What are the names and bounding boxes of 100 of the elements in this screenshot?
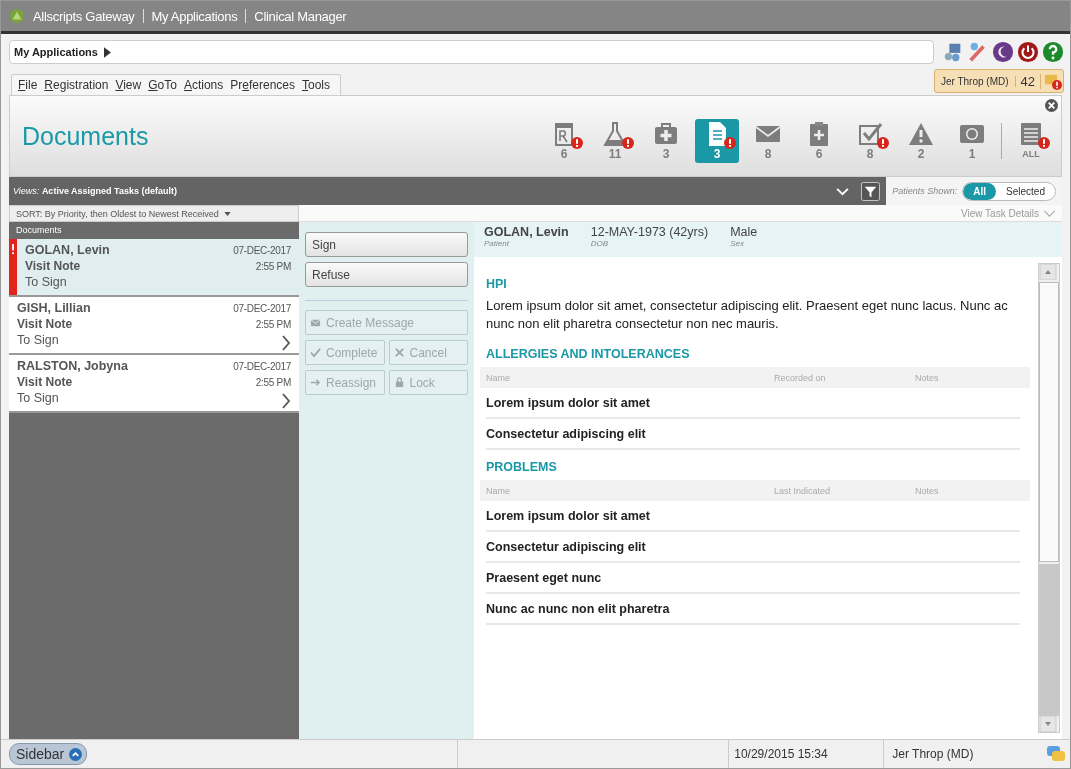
field-caption: Sex	[730, 239, 745, 248]
field-caption: DOB	[590, 239, 610, 248]
power-icon[interactable]	[1017, 41, 1039, 63]
task-time: 2:55 PM	[255, 318, 291, 330]
warning-icon	[908, 121, 934, 147]
patient-sex: Male	[730, 225, 758, 239]
task-date: 07-DEC-2017	[233, 244, 291, 256]
task-time: 2:55 PM	[255, 260, 291, 272]
list-icon	[1018, 121, 1044, 147]
task-count: 42	[1015, 73, 1041, 89]
task-type-tab[interactable]: 6	[542, 119, 586, 163]
task-type-tab[interactable]: ALL	[1009, 119, 1053, 163]
segment-option[interactable]: All	[963, 182, 997, 200]
task-date: 07-DEC-2017	[233, 302, 291, 314]
filter-icon[interactable]	[861, 181, 881, 201]
section-title: HPI	[486, 277, 508, 291]
menu-item[interactable]: View	[115, 78, 142, 92]
menu-item[interactable]: GoTo	[148, 78, 177, 92]
task-status: To Sign	[17, 333, 59, 347]
list-header: Documents	[15, 224, 63, 237]
document-type: Visit Note	[17, 317, 73, 331]
status-datetime: 10/29/2015 15:34	[728, 740, 884, 768]
sidebar-button[interactable]: Sidebar	[9, 743, 88, 765]
views-label: Views: Active Assigned Tasks (default)	[13, 186, 178, 196]
table-cell: Lorem ipsum dolor sit amet	[486, 395, 650, 410]
scroll-down-icon[interactable]	[1039, 716, 1057, 732]
menu-item[interactable]: Tools	[302, 78, 331, 92]
table-cell: Lorem ipsum dolor sit amet	[486, 508, 650, 523]
user-name: Jer Throp (MD)	[934, 75, 1016, 87]
menu-item[interactable]: Preferences	[230, 78, 295, 92]
column-header: Name	[485, 485, 511, 496]
arrow-icon	[310, 377, 321, 388]
task-item[interactable]: RALSTON, Jobyna 07-DEC-2017 Visit Note 2:55 PM To Sign	[9, 355, 299, 413]
task-time: 2:55 PM	[255, 376, 291, 388]
table-cell: Nunc ac nunc non elit pharetra	[486, 601, 670, 616]
scrollbar[interactable]	[1038, 263, 1060, 733]
task-date: 07-DEC-2017	[233, 360, 291, 372]
action-button[interactable]: Refuse	[305, 262, 468, 287]
user-badge[interactable]: Jer Throp (MD) 42	[933, 69, 1064, 93]
patient-name: RALSTON, Jobyna	[17, 359, 128, 373]
section-title: PROBLEMS	[486, 460, 558, 474]
caret-icon	[223, 211, 231, 216]
scroll-up-icon[interactable]	[1039, 264, 1057, 280]
menu-item[interactable]: File	[18, 78, 38, 92]
document-type: Visit Note	[17, 375, 73, 389]
status-user: Jer Throp (MD)	[883, 740, 1046, 768]
moon-icon[interactable]	[992, 41, 1014, 63]
medical-kit-icon	[653, 121, 679, 147]
task-type-tab[interactable]: 6	[797, 119, 841, 163]
address-bar[interactable]: My Applications	[9, 40, 934, 64]
scroll-thumb[interactable]	[1039, 282, 1059, 562]
field-caption: Patient	[484, 239, 510, 248]
task-type-tab[interactable]: 2	[899, 119, 943, 163]
close-icon[interactable]	[1045, 99, 1058, 112]
patients-shown-label: Patients Shown:	[892, 186, 958, 196]
table-cell: Consectetur adipiscing elit	[486, 426, 646, 441]
task-item[interactable]: GOLAN, Levin 07-DEC-2017 Visit Note 2:55 PM To Sign	[9, 239, 299, 297]
breadcrumb-item[interactable]: Clinical Manager	[254, 8, 347, 24]
task-status: To Sign	[17, 391, 59, 405]
task-type-tab[interactable]: 3	[695, 119, 739, 163]
breadcrumb-item[interactable]: Allscripts Gateway	[33, 8, 135, 24]
task-status: To Sign	[25, 275, 67, 289]
chevron-up-icon	[69, 747, 83, 761]
table-cell: Praesent eget nunc	[486, 570, 602, 585]
hpi-text: Lorem ipsum dolor sit amet, consectetur adipiscing elit. Praesent eget nunc lacus. Nunc ac nunc non elit pharetra consectetur non nec mauris.	[486, 297, 1009, 333]
column-header: Notes	[914, 372, 939, 383]
task-item[interactable]: GISH, Lillian 07-DEC-2017 Visit Note 2:55 PM To Sign	[9, 297, 299, 355]
table-cell: Consectetur adipiscing elit	[486, 539, 646, 554]
date-of-birth: 12-MAY-1973 (42yrs)	[590, 225, 709, 239]
sort-dropdown[interactable]: SORT: By Priority, then Oldest to Newest Received	[9, 205, 299, 222]
envelope-icon	[310, 317, 321, 328]
task-type-tab[interactable]: 8	[746, 119, 790, 163]
document-type: Visit Note	[25, 259, 81, 273]
task-type-tab[interactable]: 3	[644, 119, 688, 163]
column-header: Recorded on	[773, 372, 827, 383]
menu-item[interactable]: Registration	[44, 78, 109, 92]
patient-name: GOLAN, Levin	[484, 225, 569, 239]
chevron-right-icon	[281, 335, 291, 351]
view-task-details-link[interactable]: View Task Details	[961, 207, 1039, 219]
page-title: Documents	[21, 121, 149, 151]
task-type-tab[interactable]: 11	[593, 119, 637, 163]
chat-icon[interactable]	[1046, 745, 1066, 763]
breadcrumb-item[interactable]: My Applications	[151, 8, 238, 24]
help-icon[interactable]	[1042, 41, 1064, 63]
section-title: ALLERGIES AND INTOLERANCES	[486, 347, 691, 361]
menu-item[interactable]: Actions	[183, 78, 224, 92]
check-icon	[310, 347, 321, 358]
task-type-tab[interactable]: 8	[848, 119, 892, 163]
segment-option[interactable]: Selected	[996, 182, 1055, 200]
action-button[interactable]: Sign	[305, 232, 468, 257]
task-type-tab[interactable]: 1	[950, 119, 994, 163]
exclamation-icon	[11, 244, 15, 255]
play-icon	[103, 46, 111, 58]
patient-name: GOLAN, Levin	[25, 243, 110, 257]
chevron-right-icon	[281, 393, 291, 409]
column-header: Notes	[914, 485, 939, 496]
cross-icon	[393, 347, 405, 358]
lock-icon	[393, 377, 405, 388]
column-header: Name	[485, 372, 511, 383]
column-header: Last Indicated	[773, 485, 832, 496]
